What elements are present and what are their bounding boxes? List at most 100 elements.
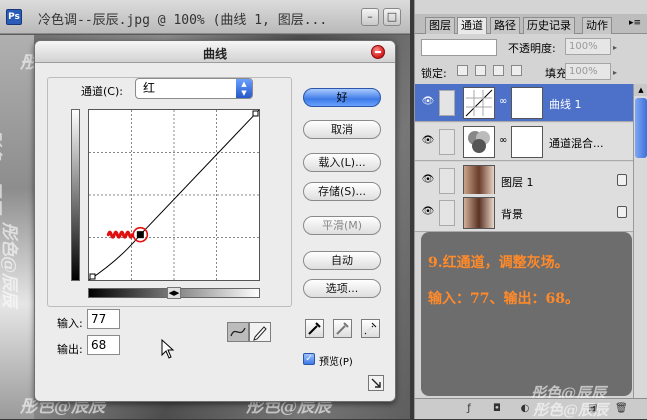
input-field[interactable]: 77 xyxy=(87,309,120,329)
channel-select[interactable]: 红 ▲ ▼ xyxy=(135,78,253,99)
photo-edge xyxy=(0,35,34,419)
save-button[interactable]: 存储(S)... xyxy=(303,182,381,201)
layer-row[interactable]: 👁 背景 xyxy=(415,194,633,232)
output-field[interactable]: 68 xyxy=(87,335,120,355)
pencil-tool-button[interactable] xyxy=(249,322,271,342)
eyedropper-icon xyxy=(336,322,349,335)
minimize-button[interactable]: – xyxy=(361,8,379,26)
note-line-2: 输入：77、输出：68。 xyxy=(428,291,579,307)
expand-arrow-icon xyxy=(371,378,381,388)
layer-name[interactable]: 图层 1 xyxy=(501,174,534,190)
layer-mask-thumbnail[interactable] xyxy=(511,87,543,119)
curves-thumbnail-icon xyxy=(465,89,493,117)
close-icon[interactable] xyxy=(371,45,385,59)
opacity-label: 不透明度: xyxy=(508,42,556,55)
layer-name[interactable]: 背景 xyxy=(501,206,523,222)
curves-adjustment-thumbnail xyxy=(463,87,495,119)
layer-name[interactable]: 通道混合... xyxy=(549,135,604,151)
select-arrows-icon: ▲ ▼ xyxy=(236,79,252,98)
graph-grid xyxy=(89,110,259,280)
white-eyedropper-button[interactable] xyxy=(361,319,380,338)
pencil-icon xyxy=(253,326,267,341)
channel-mixer-thumbnail xyxy=(463,126,495,158)
tab-channels[interactable]: 通道 xyxy=(457,17,487,34)
mask-icon[interactable]: ◘ xyxy=(491,403,503,415)
channel-mixer-icon xyxy=(468,131,490,153)
document-title: 冷色调--辰辰.jpg @ 100% (曲线 1, 图层... xyxy=(38,13,328,28)
new-layer-icon[interactable]: ▣ xyxy=(587,403,599,415)
channel-select-value: 红 xyxy=(143,81,156,95)
fill-field[interactable]: 100% xyxy=(565,63,611,80)
curves-graph[interactable] xyxy=(88,109,260,281)
tab-layers[interactable]: 图层 xyxy=(425,17,455,34)
link-chain-icon: ∞ xyxy=(499,96,508,107)
panel-menu-icon[interactable]: ▸≡ xyxy=(629,18,641,28)
layer-visibility-box[interactable] xyxy=(439,200,455,226)
photo-thumbnail xyxy=(463,197,495,229)
layer-row[interactable]: 👁 ∞ 曲线 1 xyxy=(415,84,633,122)
tutorial-note: 9.红通道，调整灰场。 输入：77、输出：68。 彤色@辰辰 xyxy=(421,232,632,402)
eye-icon[interactable]: 👁 xyxy=(421,207,435,217)
document-titlebar[interactable]: Ps 冷色调--辰辰.jpg @ 100% (曲线 1, 图层... – □ xyxy=(0,0,410,34)
tab-history[interactable]: 历史记录 xyxy=(523,17,575,34)
eyedropper-icon xyxy=(364,322,377,335)
smooth-button[interactable]: 平滑(M) xyxy=(303,216,381,235)
layer-visibility-box[interactable] xyxy=(439,168,455,194)
layer-row[interactable]: 👁 ∞ 通道混合... xyxy=(415,123,633,161)
fx-icon[interactable]: ƒ xyxy=(463,403,475,415)
layer-visibility-box[interactable] xyxy=(439,90,455,116)
scroll-up-icon[interactable]: ▲ xyxy=(634,84,647,96)
scrollbar-thumb[interactable] xyxy=(635,98,647,158)
input-label: 输入: xyxy=(57,317,83,330)
curve-control-point[interactable] xyxy=(136,231,144,239)
layer-name[interactable]: 曲线 1 xyxy=(549,96,582,112)
eye-icon[interactable]: 👁 xyxy=(421,136,435,146)
output-gradient-bar xyxy=(71,109,80,281)
blend-mode-select[interactable] xyxy=(421,39,497,56)
auto-button[interactable]: 自动 xyxy=(303,251,381,270)
trash-icon[interactable]: 🗑 xyxy=(615,403,628,415)
photoshop-app-icon: Ps xyxy=(6,9,22,25)
lock-all-icon[interactable] xyxy=(511,65,522,76)
preview-label: 预览(P) xyxy=(319,357,353,368)
layers-scrollbar[interactable]: ▲ xyxy=(633,84,647,398)
note-line-1: 9.红通道，调整灰场。 xyxy=(428,255,569,271)
ok-button[interactable]: 好 xyxy=(303,88,381,107)
channel-label: 通道(C): xyxy=(81,85,123,98)
opacity-arrow-icon[interactable]: ▸ xyxy=(613,43,617,52)
curves-graph-svg xyxy=(89,110,259,280)
adjustment-icon[interactable]: ◐ xyxy=(519,403,531,415)
curves-dialog: 曲线 通道(C): 红 ▲ ▼ ◀▶ 输入: 77 输出: 68 好 取消 载入… xyxy=(34,40,396,402)
layer-mask-thumbnail[interactable] xyxy=(511,126,543,158)
lock-transparency-icon[interactable] xyxy=(457,65,468,76)
curve-endpoint-black[interactable] xyxy=(89,273,96,280)
eyedropper-icon xyxy=(308,322,321,335)
opacity-field[interactable]: 100% xyxy=(565,38,611,55)
photo-thumbnail xyxy=(463,165,495,197)
load-button[interactable]: 载入(L)... xyxy=(303,153,381,172)
gradient-toggle-button[interactable]: ◀▶ xyxy=(167,287,181,299)
tab-actions[interactable]: 动作 xyxy=(582,17,612,34)
tab-paths[interactable]: 路径 xyxy=(490,17,520,34)
lock-move-icon[interactable] xyxy=(493,65,504,76)
curve-endpoint-white[interactable] xyxy=(252,110,259,117)
black-eyedropper-button[interactable] xyxy=(305,319,324,338)
maximize-button[interactable]: □ xyxy=(383,8,401,26)
curves-titlebar[interactable]: 曲线 xyxy=(35,41,395,63)
lock-icon xyxy=(617,174,627,186)
options-button[interactable]: 选项... xyxy=(303,279,381,298)
lock-icon xyxy=(617,206,627,218)
layer-visibility-box[interactable] xyxy=(439,129,455,155)
curve-tool-button[interactable] xyxy=(227,322,249,342)
lock-brush-icon[interactable] xyxy=(475,65,486,76)
eye-icon[interactable]: 👁 xyxy=(421,97,435,107)
expand-dialog-button[interactable] xyxy=(368,375,384,391)
gray-eyedropper-button[interactable] xyxy=(333,319,352,338)
mouse-cursor-icon xyxy=(161,339,175,359)
curve-wave-icon xyxy=(230,327,246,337)
preview-checkbox[interactable]: ✓ xyxy=(303,353,315,365)
eye-icon[interactable]: 👁 xyxy=(421,175,435,185)
fill-arrow-icon[interactable]: ▸ xyxy=(613,68,617,77)
curves-title: 曲线 xyxy=(202,47,227,61)
cancel-button[interactable]: 取消 xyxy=(303,120,381,139)
